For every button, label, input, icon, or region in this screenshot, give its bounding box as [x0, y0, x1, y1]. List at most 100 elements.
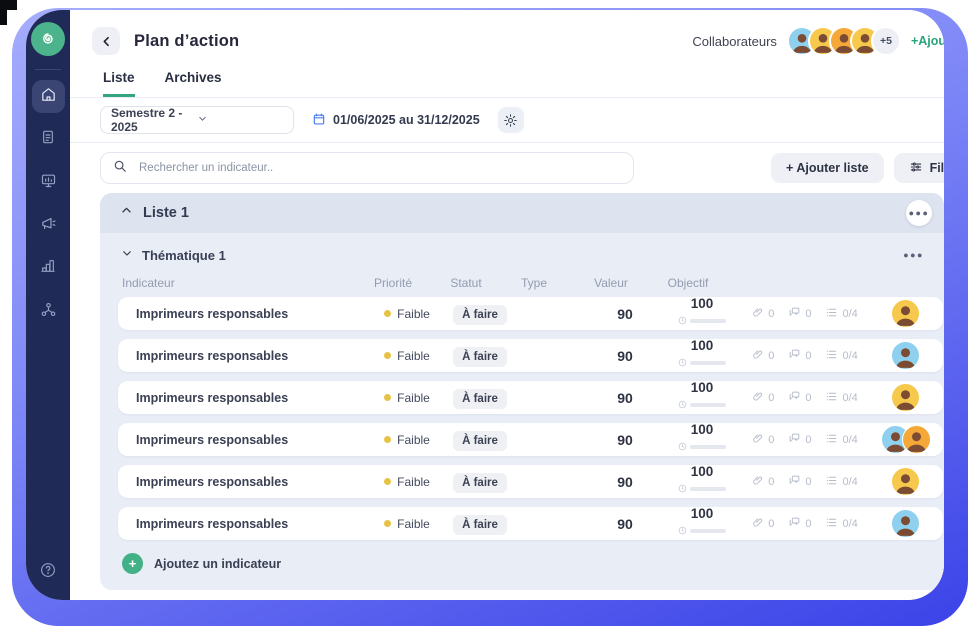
attachments-count[interactable]: 0: [752, 306, 774, 322]
paperclip-icon: [752, 432, 764, 447]
checklist-count[interactable]: 0/4: [825, 306, 857, 322]
checklist-count[interactable]: 0/4: [825, 432, 857, 448]
status-cell: À faire: [453, 515, 507, 533]
avatar[interactable]: [891, 299, 920, 328]
settings-gear-button[interactable]: [498, 107, 524, 133]
checklist-icon: [825, 516, 838, 532]
add-indicator-button[interactable]: + Ajoutez un indicateur: [122, 553, 944, 590]
theme-menu-button[interactable]: ●●●: [897, 250, 930, 260]
row-avatars[interactable]: [868, 299, 943, 328]
column-header-objectif: Objectif: [668, 276, 709, 290]
attachments-count[interactable]: 0: [752, 432, 774, 448]
add-collaborator-button[interactable]: +Ajouter: [911, 34, 944, 48]
search-box[interactable]: [100, 152, 634, 184]
filter-button[interactable]: Filtrer: [894, 153, 944, 183]
add-list-button[interactable]: + Ajouter liste: [771, 153, 884, 183]
row-avatars[interactable]: [868, 425, 943, 454]
sidebar-item-announcements[interactable]: [32, 209, 65, 242]
progress-track: [690, 403, 726, 407]
comments-count[interactable]: 0: [788, 348, 811, 364]
checklist-count[interactable]: 0/4: [825, 348, 857, 364]
period-select[interactable]: Semestre 2 - 2025: [100, 106, 294, 134]
priority-dot: [384, 478, 391, 485]
sidebar-item-documents[interactable]: [32, 123, 65, 156]
network-icon: [40, 301, 57, 323]
page-title: Plan d’action: [134, 32, 239, 51]
row-avatars[interactable]: [868, 341, 943, 370]
list-header[interactable]: Liste 1 ●●●: [100, 193, 944, 233]
row-avatars[interactable]: [868, 467, 943, 496]
meta-cell: 0 0 0/4: [742, 516, 868, 532]
collaborator-avatars[interactable]: [787, 26, 880, 56]
value-cell: 90: [617, 432, 633, 448]
app-frame: Plan d’action Collaborateurs +5 +Ajouter…: [12, 8, 968, 626]
attachments-count[interactable]: 0: [752, 348, 774, 364]
row-avatars[interactable]: [868, 509, 943, 538]
toolbar-actions: + Ajouter liste Filtrer: [771, 153, 944, 183]
objective-progress: [678, 522, 726, 540]
avatar[interactable]: [891, 467, 920, 496]
attachments-count[interactable]: 0: [752, 516, 774, 532]
status-cell: À faire: [453, 473, 507, 491]
status-cell: À faire: [453, 305, 507, 323]
tab-liste[interactable]: Liste: [103, 70, 135, 97]
indicator-name: Imprimeurs responsables: [136, 307, 362, 321]
sidebar-item-stats[interactable]: [32, 252, 65, 285]
avatar[interactable]: [891, 341, 920, 370]
objective-cell: 100: [678, 423, 726, 456]
checklist-icon: [825, 390, 838, 406]
attachments-count[interactable]: 0: [752, 390, 774, 406]
status-badge: À faire: [453, 347, 507, 367]
column-header-valeur: Valeur: [594, 276, 628, 290]
tab-archives[interactable]: Archives: [165, 70, 222, 97]
column-header-statut: Statut: [450, 276, 481, 290]
checklist-count[interactable]: 0/4: [825, 474, 857, 490]
checklist-count[interactable]: 0/4: [825, 390, 857, 406]
table-row[interactable]: Imprimeurs responsables Faible À faire 9…: [118, 339, 943, 372]
table-row[interactable]: Imprimeurs responsables Faible À faire 9…: [118, 423, 943, 456]
status-badge: À faire: [453, 473, 507, 493]
comments-count[interactable]: 0: [788, 390, 811, 406]
presentation-chart-icon: [40, 172, 57, 194]
theme-header[interactable]: Thématique 1 ●●●: [100, 233, 944, 264]
table-row[interactable]: Imprimeurs responsables Faible À faire 9…: [118, 507, 943, 540]
comments-count[interactable]: 0: [788, 432, 811, 448]
comments-count[interactable]: 0: [788, 306, 811, 322]
date-range-picker[interactable]: 01/06/2025 au 31/12/2025: [312, 112, 480, 129]
sidebar-item-home[interactable]: [32, 80, 65, 113]
search-input[interactable]: [137, 161, 621, 175]
sidebar-item-network[interactable]: [32, 295, 65, 328]
indicator-name: Imprimeurs responsables: [136, 349, 362, 363]
comments-count[interactable]: 0: [788, 516, 811, 532]
list-menu-button[interactable]: ●●●: [906, 200, 932, 226]
objective-progress: [678, 354, 726, 372]
table-row[interactable]: Imprimeurs responsables Faible À faire 9…: [118, 381, 943, 414]
avatar[interactable]: [891, 509, 920, 538]
comments-count[interactable]: 0: [788, 474, 811, 490]
sidebar-item-dashboard[interactable]: [32, 166, 65, 199]
clock-icon: [678, 354, 687, 372]
avatar[interactable]: [902, 425, 931, 454]
priority-label: Faible: [397, 349, 430, 363]
clock-icon: [678, 396, 687, 414]
attachments-count[interactable]: 0: [752, 474, 774, 490]
list-container: Liste 1 ●●● Thématique 1 ●●● Indicateur: [100, 193, 944, 590]
table-row[interactable]: Imprimeurs responsables Faible À faire 9…: [118, 465, 943, 498]
back-button[interactable]: [92, 27, 120, 55]
row-avatars[interactable]: [868, 383, 943, 412]
priority-label: Faible: [397, 307, 430, 321]
filter-row: Semestre 2 - 2025 01/06/2025 au 31/12/20…: [70, 98, 944, 142]
collaborators-label: Collaborateurs: [692, 34, 777, 49]
meta-cell: 0 0 0/4: [742, 348, 868, 364]
avatar[interactable]: [891, 383, 920, 412]
priority-cell: Faible: [384, 349, 430, 363]
status-cell: À faire: [453, 431, 507, 449]
collaborators-overflow-badge[interactable]: +5: [871, 26, 901, 56]
priority-label: Faible: [397, 517, 430, 531]
help-icon[interactable]: [32, 553, 65, 586]
objective-progress: [678, 438, 726, 456]
table-row[interactable]: Imprimeurs responsables Faible À faire 9…: [118, 297, 943, 330]
chat-icon: [788, 516, 801, 532]
checklist-count[interactable]: 0/4: [825, 516, 857, 532]
checklist-icon: [825, 306, 838, 322]
